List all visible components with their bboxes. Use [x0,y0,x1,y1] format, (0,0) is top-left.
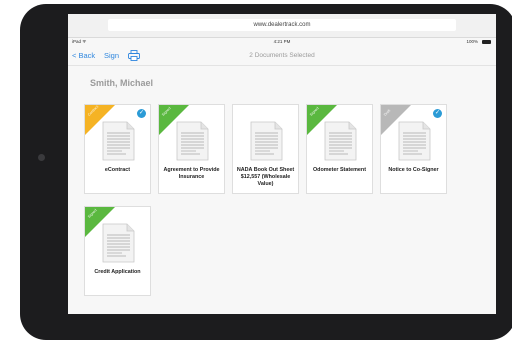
url-field[interactable]: www.dealertrack.com [108,19,456,31]
app-nav-bar: < Back Sign 2 Documents Selected [68,46,496,66]
document-card-6[interactable]: Signed Credit Application [84,206,151,296]
document-title: Agreement to Provide Insurance [163,167,220,180]
document-title: Odometer Statement [312,167,367,173]
document-title: eContract [104,167,131,173]
document-title: NADA Book Out Sheet $12,557 (Wholesale V… [236,167,295,187]
ipad-screen: www.dealertrack.com iPad ᯤ 4:21 PM 100% … [68,14,496,314]
document-card-3[interactable]: NADA Book Out Sheet $12,557 (Wholesale V… [232,104,299,194]
document-thumbnail-icon [102,121,135,161]
front-camera [38,154,45,161]
document-thumbnail-icon [176,121,209,161]
document-thumbnail-icon [250,121,283,161]
document-thumbnail-icon [102,223,135,263]
battery-icon [482,40,491,44]
document-card-1[interactable]: Contract ✓ eContract [84,104,151,194]
customer-name: Smith, Michael [90,78,154,88]
ios-status-bar: iPad ᯤ 4:21 PM 100% [68,37,496,46]
selected-check-icon: ✓ [433,109,442,118]
document-thumbnail-icon [398,121,431,161]
document-card-4[interactable]: Signed Odometer Statement [306,104,373,194]
browser-url-bar: www.dealertrack.com [68,14,496,38]
selected-check-icon: ✓ [137,109,146,118]
document-thumbnail-icon [324,121,357,161]
selection-title: 2 Documents Selected [249,52,315,59]
document-card-5[interactable]: Draft ✓ Notice to Co-Signer [380,104,447,194]
battery-percent: 100% [466,39,478,44]
document-title: Credit Application [94,269,141,275]
clock-time: 4:21 PM [273,39,291,44]
document-card-2[interactable]: Signed Agreement to Provide Insurance [158,104,225,194]
document-title: Notice to Co-Signer [388,167,439,173]
